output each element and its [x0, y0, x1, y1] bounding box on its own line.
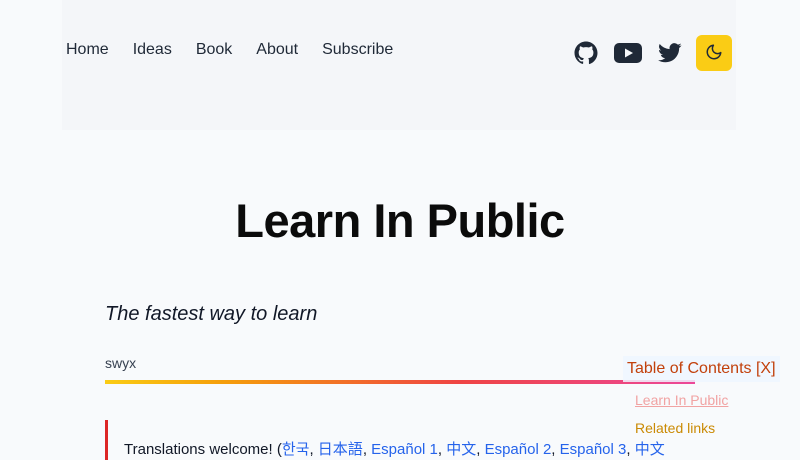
page-title: Learn In Public	[235, 194, 565, 247]
nav-book[interactable]: Book	[196, 40, 232, 60]
toc-item-related-links[interactable]: Related links	[635, 420, 715, 436]
nav-home[interactable]: Home	[66, 40, 109, 60]
moon-icon	[705, 43, 723, 64]
main-nav: Home Ideas Book About Subscribe	[66, 40, 393, 60]
gradient-divider	[105, 380, 695, 384]
translations-callout: Translations welcome! (한국, 日本語, Español …	[105, 420, 705, 460]
github-icon[interactable]	[572, 39, 600, 67]
table-of-contents: Table of Contents [X] Learn In Public Re…	[623, 356, 800, 450]
toc-item-learn-in-public[interactable]: Learn In Public	[635, 392, 728, 408]
nav-subscribe[interactable]: Subscribe	[322, 40, 393, 60]
social-links	[572, 35, 732, 71]
page-subtitle: The fastest way to learn	[105, 303, 318, 325]
theme-toggle-button[interactable]	[696, 35, 732, 71]
nav-ideas[interactable]: Ideas	[133, 40, 172, 60]
toc-toggle[interactable]: Table of Contents [X]	[623, 356, 780, 382]
author-name: swyx	[105, 355, 137, 371]
nav-about[interactable]: About	[256, 40, 298, 60]
twitter-icon[interactable]	[656, 39, 684, 67]
youtube-icon[interactable]	[614, 39, 642, 67]
